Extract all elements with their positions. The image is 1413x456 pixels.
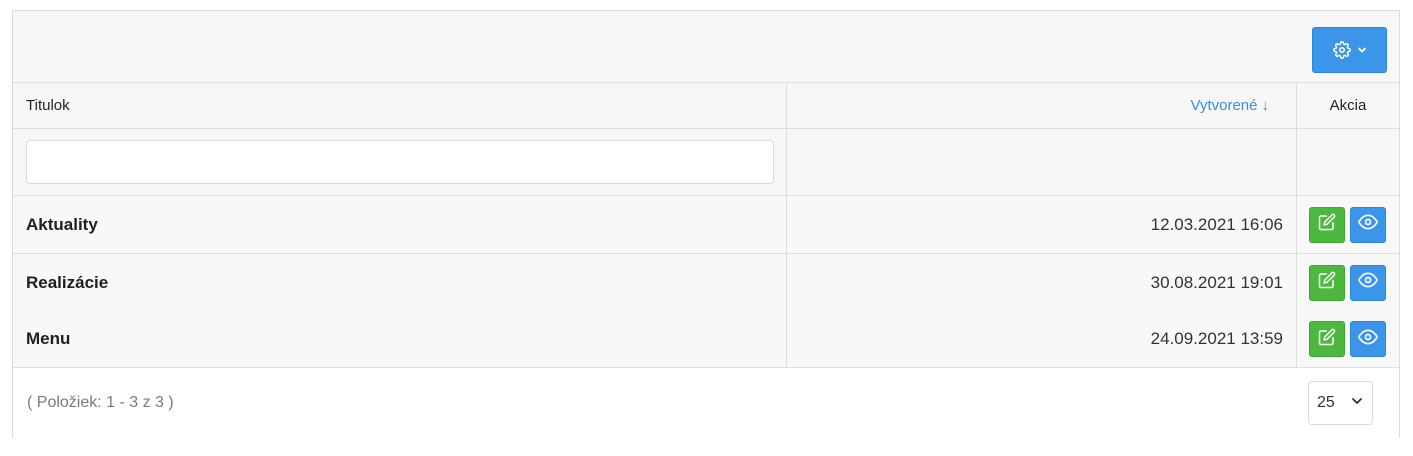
edit-icon bbox=[1318, 328, 1336, 351]
eye-icon bbox=[1358, 270, 1378, 295]
row-created-date: 30.08.2021 19:01 bbox=[787, 254, 1297, 311]
table-filter-row bbox=[13, 129, 1399, 196]
row-title: Realizácie bbox=[13, 254, 787, 311]
eye-icon bbox=[1358, 212, 1378, 237]
settings-dropdown-button[interactable] bbox=[1312, 27, 1387, 73]
table-row: Aktuality 12.03.2021 16:06 bbox=[13, 196, 1399, 254]
row-created-date: 24.09.2021 13:59 bbox=[787, 311, 1297, 367]
column-header-actions: Akcia bbox=[1297, 83, 1399, 128]
column-header-created-label: Vytvorené bbox=[1190, 97, 1258, 114]
edit-button[interactable] bbox=[1309, 321, 1345, 357]
items-count-text: ( Položiek: 1 - 3 z 3 ) bbox=[27, 394, 174, 411]
row-actions bbox=[1297, 254, 1399, 311]
edit-icon bbox=[1318, 213, 1336, 236]
column-header-created[interactable]: Vytvorené ↓ bbox=[787, 83, 1297, 128]
grid-toolbar bbox=[13, 11, 1399, 83]
edit-button[interactable] bbox=[1309, 264, 1345, 301]
row-title: Menu bbox=[13, 311, 787, 367]
table-row: Realizácie 30.08.2021 19:01 bbox=[13, 254, 1399, 312]
edit-icon bbox=[1318, 271, 1336, 294]
view-button[interactable] bbox=[1350, 206, 1386, 243]
sort-descending-icon: ↓ bbox=[1261, 97, 1270, 114]
row-actions bbox=[1297, 311, 1399, 367]
grid-panel: Titulok Vytvorené ↓ Akcia Aktuality 12.0… bbox=[12, 10, 1400, 438]
gear-icon bbox=[1332, 41, 1351, 59]
column-header-actions-label: Akcia bbox=[1329, 97, 1367, 114]
filter-cell-title bbox=[13, 129, 787, 195]
table-row: Menu 24.09.2021 13:59 bbox=[13, 311, 1399, 368]
view-button[interactable] bbox=[1350, 264, 1386, 301]
column-header-title-label: Titulok bbox=[26, 97, 70, 114]
view-button[interactable] bbox=[1350, 321, 1386, 357]
page-size-value: 25 bbox=[1317, 394, 1335, 411]
row-actions bbox=[1297, 196, 1399, 253]
chevron-down-icon bbox=[1350, 394, 1364, 413]
row-title: Aktuality bbox=[13, 196, 787, 253]
grid-footer: ( Položiek: 1 - 3 z 3 ) 25 bbox=[13, 368, 1399, 438]
edit-button[interactable] bbox=[1309, 206, 1345, 243]
eye-icon bbox=[1358, 327, 1378, 352]
filter-cell-actions bbox=[1297, 129, 1399, 195]
filter-cell-created bbox=[787, 129, 1297, 195]
row-created-date: 12.03.2021 16:06 bbox=[787, 196, 1297, 253]
column-header-title[interactable]: Titulok bbox=[13, 83, 787, 128]
title-filter-input[interactable] bbox=[26, 140, 774, 184]
table-header-row: Titulok Vytvorené ↓ Akcia bbox=[13, 83, 1399, 129]
page-size-select[interactable]: 25 bbox=[1308, 381, 1373, 425]
chevron-down-icon bbox=[1357, 45, 1367, 55]
